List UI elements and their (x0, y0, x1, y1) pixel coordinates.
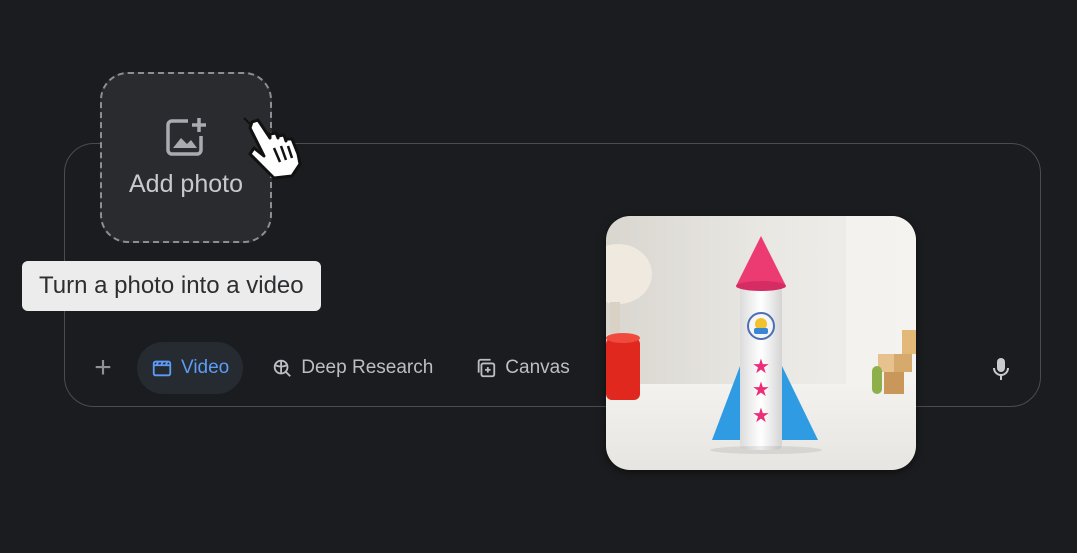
svg-text:★: ★ (752, 403, 770, 427)
tool-canvas-button[interactable]: Canvas (461, 342, 583, 394)
tool-bar: + Video Deep Research Canvas (83, 342, 584, 394)
tooltip: Turn a photo into a video (22, 261, 321, 311)
svg-text:★: ★ (752, 377, 770, 401)
microphone-button[interactable] (986, 354, 1016, 384)
tool-deep-research-button[interactable]: Deep Research (257, 342, 447, 394)
microphone-icon (993, 358, 1009, 380)
stage: + Video Deep Research Canvas ★ ★ ★ Add p… (0, 0, 1077, 553)
video-clapper-icon (152, 360, 172, 377)
tool-deep-research-label: Deep Research (301, 357, 434, 378)
deep-research-icon (274, 359, 292, 377)
add-photo-icon (166, 118, 206, 156)
plus-icon: + (94, 351, 112, 384)
add-photo-label: Add photo (129, 170, 243, 198)
tool-video-label: Video (181, 357, 230, 378)
svg-text:★: ★ (752, 354, 770, 378)
add-button[interactable]: + (83, 344, 123, 392)
tooltip-text: Turn a photo into a video (39, 272, 304, 299)
hand-pointer-cursor-icon (243, 117, 302, 180)
paper-rocket-photo: ★ ★ ★ (606, 216, 916, 470)
tool-video-button[interactable]: Video (137, 342, 244, 394)
canvas-icon (478, 358, 496, 378)
tool-canvas-label: Canvas (505, 357, 570, 378)
photo-preview: ★ ★ ★ (606, 216, 916, 470)
